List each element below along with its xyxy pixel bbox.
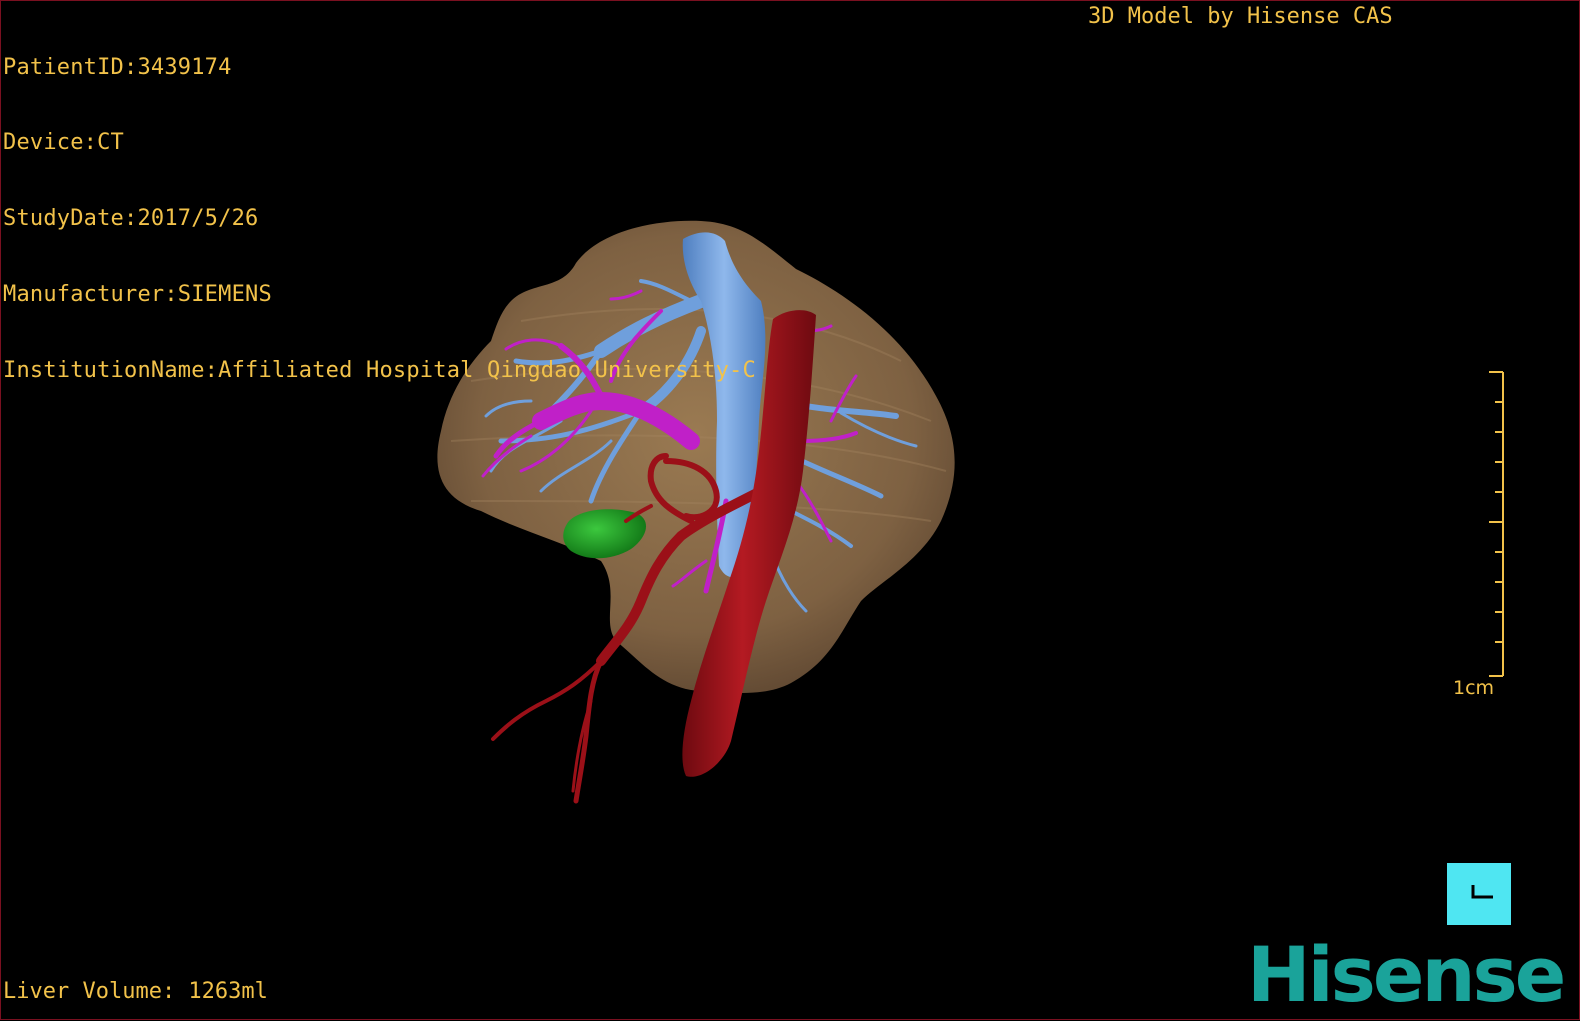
study-date: StudyDate:2017/5/26 bbox=[3, 206, 259, 232]
device: Device:CT bbox=[3, 130, 125, 156]
patient-info-overlay: PatientID:3439174 Device:CT StudyDate:20… bbox=[3, 4, 756, 434]
hisense-logo: Hisense bbox=[1247, 930, 1566, 1019]
model-brand-tag: 3D Model by Hisense CAS bbox=[1088, 4, 1393, 29]
3d-viewport[interactable]: PatientID:3439174 Device:CT StudyDate:20… bbox=[0, 0, 1580, 1020]
corner-bracket-icon bbox=[1471, 885, 1493, 899]
scale-label: 1cm bbox=[1453, 677, 1495, 699]
institution-name: InstitutionName:Affiliated Hospital Qing… bbox=[3, 358, 756, 384]
liver-volume: Liver Volume: 1263ml bbox=[3, 979, 268, 1004]
patient-id: PatientID:3439174 bbox=[3, 54, 232, 80]
corner-view-button[interactable] bbox=[1447, 863, 1511, 925]
manufacturer: Manufacturer:SIEMENS bbox=[3, 282, 272, 308]
scale-bar bbox=[1489, 371, 1504, 677]
